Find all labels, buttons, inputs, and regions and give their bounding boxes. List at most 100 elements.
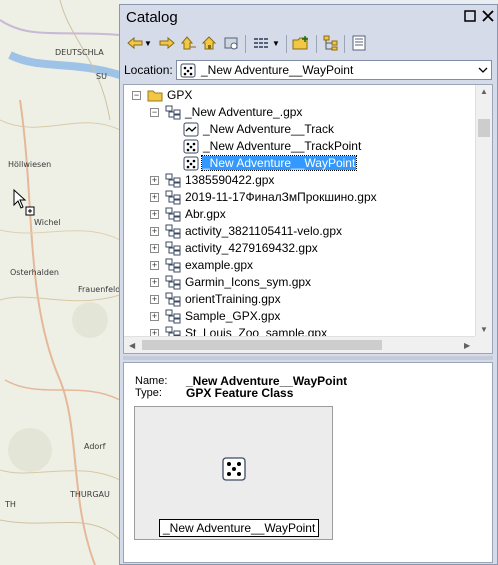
item-properties-icon[interactable] (350, 34, 368, 52)
back-icon[interactable] (126, 34, 144, 52)
tree-item[interactable]: + Garmin_Icons_sym.gpx (124, 274, 474, 291)
feature-dataset-icon (165, 105, 181, 120)
preview-thumbnail: _New Adventure__WayPoint (134, 406, 333, 540)
connect-to-folder-icon[interactable] (222, 34, 240, 52)
tree-item[interactable]: _New Adventure__WayPoint (124, 155, 474, 172)
map-label: Wichel (34, 218, 61, 227)
map-label: THURGAU (70, 490, 110, 499)
feature-dataset-icon (165, 292, 181, 307)
tree-item-label: 1385590422.gpx (185, 173, 275, 187)
tree-item[interactable]: + example.gpx (124, 257, 474, 274)
map-graphics (0, 0, 120, 565)
expand-icon[interactable]: + (150, 244, 159, 253)
tree-item-label: _New Adventure__Track (203, 122, 334, 136)
expand-icon[interactable]: + (150, 295, 159, 304)
location-combobox[interactable]: _New Adventure__WayPoint (176, 60, 492, 80)
tree-item[interactable]: − _New Adventure_.gpx (124, 104, 474, 121)
map-label: DEUTSCHLA (55, 48, 104, 57)
scroll-up-icon[interactable]: ▲ (480, 87, 488, 96)
item-description-panel: Name: _New Adventure__WayPoint Type: GPX… (123, 362, 493, 563)
vertical-scroll-thumb[interactable] (478, 119, 490, 137)
feature-dataset-icon (165, 224, 181, 239)
tree-item[interactable]: + Sample_GPX.gpx (124, 308, 474, 325)
location-label: Location: (124, 63, 173, 77)
location-value: _New Adventure__WayPoint (201, 63, 354, 77)
expand-icon[interactable]: + (150, 193, 159, 202)
map-label: TH (5, 500, 16, 509)
horizontal-scroll-thumb[interactable] (142, 340, 382, 350)
up-one-level-icon[interactable] (180, 34, 198, 52)
scroll-left-icon[interactable]: ◀ (129, 341, 135, 350)
line-feature-class-icon (183, 122, 199, 137)
catalog-window: Catalog ▼ ▼ Location: _New Adventure__Wa… (119, 4, 498, 565)
tree-item-label: _New Adventure__WayPoint (200, 155, 358, 171)
map-label: Adorf (84, 442, 106, 451)
horizontal-scrollbar[interactable]: ◀ ▶ (124, 336, 477, 353)
tree-view-icon[interactable] (322, 34, 340, 52)
forward-icon[interactable] (158, 34, 176, 52)
tree-item[interactable]: _New Adventure__TrackPoint (124, 138, 474, 155)
feature-dataset-icon (165, 207, 181, 222)
view-dropdown-icon[interactable]: ▼ (271, 34, 281, 52)
tree-item-label: GPX (167, 88, 193, 102)
tree-item[interactable]: + orientTraining.gpx (124, 291, 474, 308)
vertical-scrollbar[interactable]: ▲ ▼ (475, 85, 492, 337)
collapse-icon[interactable]: − (132, 91, 141, 100)
map-label: Frauenfeld (78, 285, 120, 294)
map-label: Osterhalden (10, 268, 59, 277)
tree-item-label: Abr.gpx (185, 207, 226, 221)
tree-item-label: activity_4279169432.gpx (185, 241, 318, 255)
feature-dataset-icon (165, 173, 181, 188)
toolbar: ▼ ▼ (120, 31, 497, 57)
expand-icon[interactable]: + (150, 261, 159, 270)
expand-icon[interactable]: + (150, 176, 159, 185)
catalog-tree[interactable]: − GPX − _New Adventure_.gpx _New Adventure__… (123, 84, 493, 354)
tree-item[interactable]: +2019-11-17ФиналЗмПрокшино.gpx (124, 189, 474, 206)
chevron-down-icon[interactable] (477, 62, 489, 81)
tree-item[interactable]: + activity_3821105411-velo.gpx (124, 223, 474, 240)
type-value: GPX Feature Class (186, 386, 294, 400)
name-label: Name: (135, 375, 168, 387)
scroll-right-icon[interactable]: ▶ (464, 341, 470, 350)
map-view[interactable]: DEUTSCHLA SU Höllwiesen Wichel Osterhald… (0, 0, 120, 565)
tree-item[interactable]: _New Adventure__Track (124, 121, 474, 138)
autohide-icon[interactable] (464, 10, 476, 24)
new-folder-icon[interactable] (292, 34, 310, 52)
close-icon[interactable] (482, 10, 494, 24)
thumbnail-caption: _New Adventure__WayPoint (159, 519, 320, 537)
point-feature-class-icon (222, 457, 246, 481)
type-label: Type: (135, 387, 162, 399)
point-feature-class-icon (183, 156, 199, 171)
home-icon[interactable] (200, 34, 218, 52)
expand-icon[interactable]: + (150, 210, 159, 219)
tree-item[interactable]: +1385590422.gpx (124, 172, 474, 189)
tree-item-label: 2019-11-17ФиналЗмПрокшино.gpx (185, 190, 377, 204)
map-label: SU (96, 72, 107, 81)
view-options-icon[interactable] (252, 34, 270, 52)
expand-icon[interactable]: + (150, 278, 159, 287)
tree-item[interactable]: + Abr.gpx (124, 206, 474, 223)
collapse-icon[interactable]: − (150, 108, 159, 117)
tree-item-label: _New Adventure_.gpx (185, 105, 303, 119)
feature-dataset-icon (165, 190, 181, 205)
tree-item-label: orientTraining.gpx (185, 292, 281, 306)
scroll-down-icon[interactable]: ▼ (480, 325, 488, 334)
title-bar: Catalog (120, 5, 497, 29)
tree-item-label: activity_3821105411-velo.gpx (185, 224, 342, 238)
feature-dataset-icon (165, 241, 181, 256)
tree-item-label: Garmin_Icons_sym.gpx (185, 275, 312, 289)
tree-item[interactable]: − GPX (124, 87, 474, 104)
tree-item-label: example.gpx (185, 258, 254, 272)
tree-item[interactable]: + activity_4279169432.gpx (124, 240, 474, 257)
expand-icon[interactable]: + (150, 227, 159, 236)
point-feature-class-icon (180, 63, 196, 81)
tree-item-label: Sample_GPX.gpx (185, 309, 281, 323)
feature-dataset-icon (165, 275, 181, 290)
feature-dataset-icon (165, 309, 181, 324)
window-title: Catalog (126, 9, 178, 26)
expand-icon[interactable]: + (150, 312, 159, 321)
feature-dataset-icon (165, 258, 181, 273)
back-dropdown-icon[interactable]: ▼ (143, 34, 153, 52)
panel-splitter[interactable] (123, 356, 493, 360)
map-label: Höllwiesen (8, 160, 52, 169)
